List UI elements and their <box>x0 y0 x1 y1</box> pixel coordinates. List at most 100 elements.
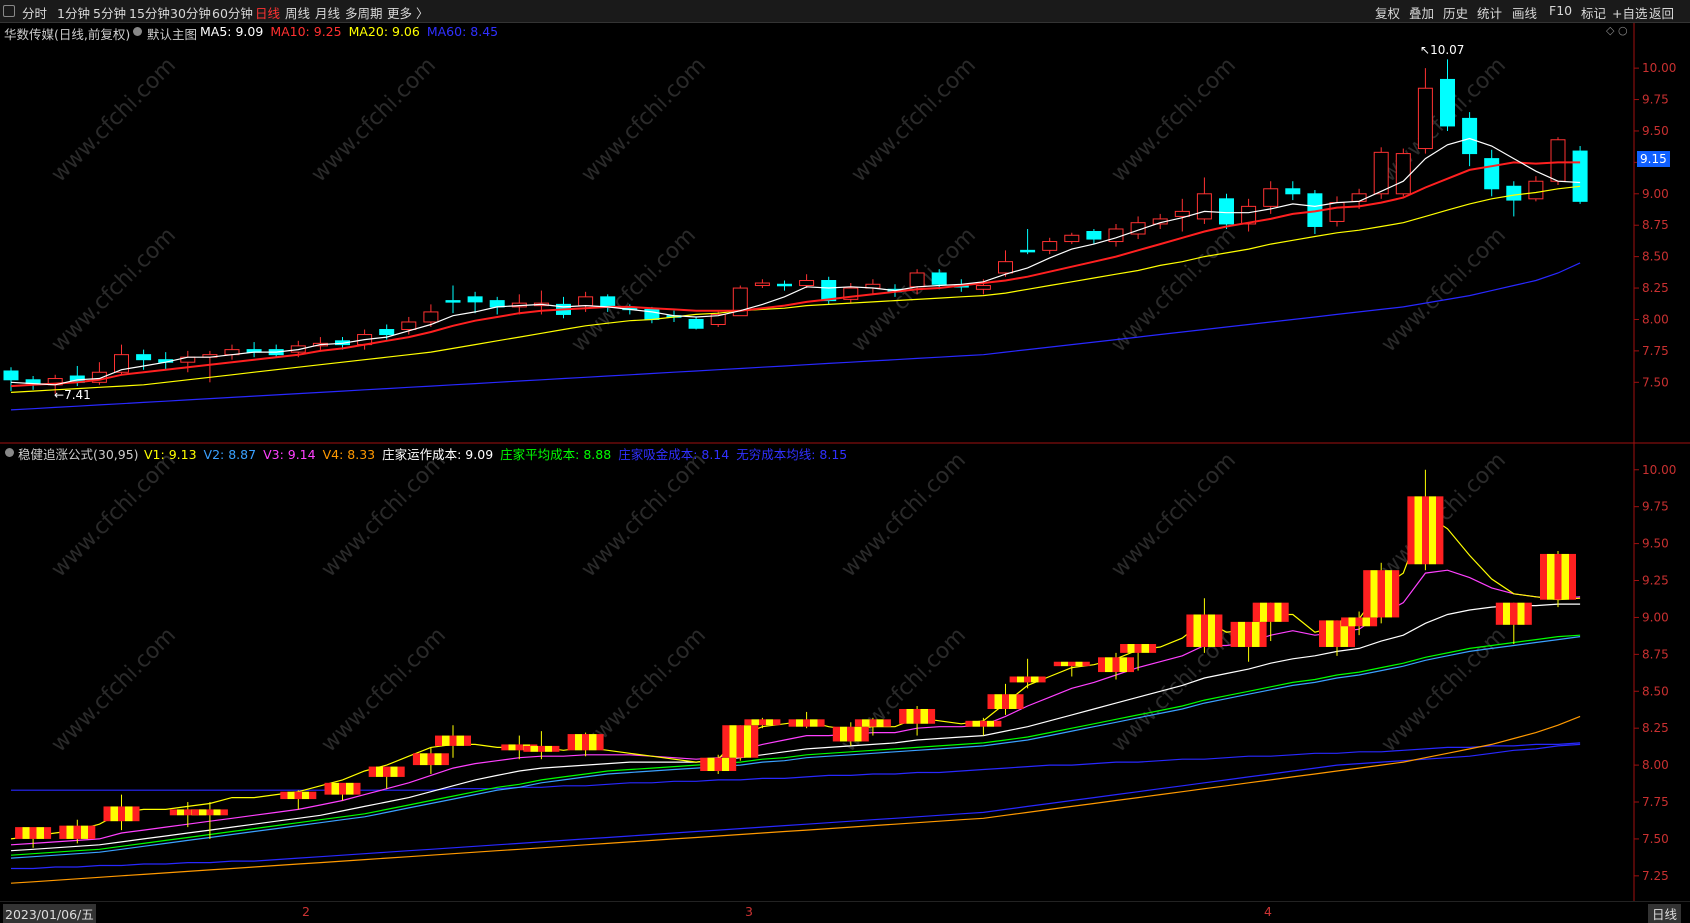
watermark-text: www.cfchi.com <box>1107 448 1241 582</box>
sub-indicator-toggle-icon[interactable] <box>5 448 14 457</box>
watermark-text: www.cfchi.com <box>47 223 181 357</box>
ma-value-label: MA60: 8.45 <box>426 24 499 39</box>
candle <box>1484 149 1500 197</box>
toolbar-button[interactable]: F10 <box>1549 3 1572 18</box>
period-tab[interactable]: 15分钟 <box>129 3 170 22</box>
signal-bar <box>1098 652 1134 680</box>
watermark-text: www.cfchi.com <box>47 623 181 757</box>
watermark-text: www.cfchi.com <box>1377 448 1511 582</box>
absorb-cost-line <box>11 743 1581 870</box>
toolbar-button[interactable]: 复权 <box>1375 3 1400 22</box>
sub-y-axis: 10.00 9.75 9.50 9.25 9.00 8.75 8.50 8.25 8.00 7.7… <box>1634 463 1676 883</box>
indicator-name[interactable]: 默认主图 <box>147 24 197 43</box>
high-price-annotation: ↖10.07 <box>1420 43 1465 57</box>
candle <box>1241 198 1257 232</box>
avg-cost-line <box>10 634 1581 856</box>
candle <box>268 344 284 358</box>
period-tab[interactable]: 月线 <box>315 3 340 22</box>
candle <box>1417 68 1433 154</box>
candle <box>91 362 107 385</box>
candle <box>1572 146 1588 204</box>
candle <box>1395 148 1411 197</box>
indicator-toggle-icon[interactable] <box>133 27 142 36</box>
ma-value-label: MA5: 9.09 <box>200 24 264 39</box>
period-tab[interactable]: 60分钟 <box>212 3 253 22</box>
sub-tick-label: 8.75 <box>1642 647 1669 661</box>
toolbar-button[interactable]: 历史 <box>1443 3 1468 22</box>
watermark-text: www.cfchi.com <box>577 448 711 582</box>
current-price-badge: 9.15 <box>1637 151 1670 167</box>
watermark-text: www.cfchi.com <box>847 53 981 187</box>
stock-title: 华数传媒(日线,前复权) <box>4 27 131 42</box>
v4-line <box>10 715 1581 884</box>
sub-tick-label: 9.75 <box>1642 500 1669 514</box>
candle <box>1528 176 1544 202</box>
signal-bar <box>1230 621 1267 662</box>
period-tab[interactable]: 多周期 <box>345 3 383 22</box>
candle <box>445 285 461 314</box>
candle <box>1130 216 1146 240</box>
period-tab[interactable]: 日线 <box>255 3 280 22</box>
period-label[interactable]: 日线 <box>1648 904 1682 923</box>
sub-tick-label: 7.50 <box>1642 832 1669 846</box>
period-tab[interactable]: 周线 <box>285 3 310 22</box>
watermark-text: www.cfchi.com <box>317 623 451 757</box>
price-tick-label: 9.50 <box>1642 124 1669 138</box>
signal-bar <box>191 802 228 839</box>
settings-diamond-icon[interactable]: ◇ ○ <box>1606 24 1628 37</box>
period-tab[interactable]: 分时 <box>22 3 47 22</box>
formula-value-label: 无穷成本均线: 8.15 <box>736 447 848 462</box>
start-date-label: 2023/01/06/五 <box>3 904 96 923</box>
ma-value-label: MA20: 9.06 <box>348 24 420 39</box>
sub-tick-label: 9.25 <box>1642 574 1669 588</box>
signal-bar <box>1540 550 1576 608</box>
watermark-text: www.cfchi.com <box>47 448 181 582</box>
candle <box>1108 223 1124 247</box>
toolbar-button[interactable]: 统计 <box>1477 3 1502 22</box>
watermark-text: www.cfchi.com <box>1377 623 1511 757</box>
candle <box>224 344 240 360</box>
candle <box>754 279 770 289</box>
formula-value-label: V1: 9.13 <box>144 447 197 462</box>
formula-sub-pane <box>10 469 1581 884</box>
window-menu-icon[interactable] <box>3 5 15 17</box>
sub-tick-label: 9.00 <box>1642 610 1669 624</box>
watermark-text: www.cfchi.com <box>1107 53 1241 187</box>
signal-bar <box>1053 661 1090 677</box>
period-tab[interactable]: 1分钟 <box>57 3 90 22</box>
v3-line <box>10 569 1581 846</box>
toolbar-button[interactable]: 返回 <box>1649 3 1674 22</box>
signal-bar <box>1186 598 1223 653</box>
sub-tick-label: 7.25 <box>1642 869 1669 883</box>
formula-value-label: 庄家吸金成本: 8.14 <box>618 447 730 462</box>
candle <box>467 291 483 314</box>
toolbar-button[interactable]: 画线 <box>1512 3 1537 22</box>
signal-bar <box>435 725 471 758</box>
toolbar-button[interactable]: +自选 <box>1612 3 1647 22</box>
period-tab[interactable]: 更多 〉 <box>387 3 428 22</box>
period-tab[interactable]: 30分钟 <box>170 3 211 22</box>
sub-tick-label: 10.00 <box>1642 463 1676 477</box>
price-tick-label: 8.75 <box>1642 218 1669 232</box>
candle <box>556 296 571 319</box>
watermark-text: www.cfchi.com <box>307 53 441 187</box>
candle <box>1462 112 1478 167</box>
signal-bar <box>722 725 759 761</box>
formula-title[interactable]: 稳健追涨公式(30,95) <box>18 444 139 463</box>
watermark-text: www.cfchi.com <box>567 223 701 357</box>
period-tab[interactable]: 5分钟 <box>93 3 126 22</box>
signal-bar <box>788 711 825 729</box>
candle <box>3 367 19 392</box>
candle <box>1550 137 1566 186</box>
formula-value-label: V3: 9.14 <box>263 447 316 462</box>
top-toolbar: 分时 1分钟 5分钟 15分钟 30分钟 60分钟 日线 周线 月线 多周期 更多 〉 复权 叠加 历史… <box>0 0 1690 23</box>
toolbar-button[interactable]: 叠加 <box>1409 3 1434 22</box>
candle <box>1196 177 1212 224</box>
low-price-annotation: ←7.41 <box>54 388 91 402</box>
sub-tick-label: 8.50 <box>1642 684 1669 698</box>
formula-value-label: V2: 8.87 <box>203 447 257 462</box>
candle <box>799 274 815 289</box>
candle <box>1174 198 1190 232</box>
price-tick-label: 7.50 <box>1642 375 1669 389</box>
toolbar-button[interactable]: 标记 <box>1581 3 1606 22</box>
